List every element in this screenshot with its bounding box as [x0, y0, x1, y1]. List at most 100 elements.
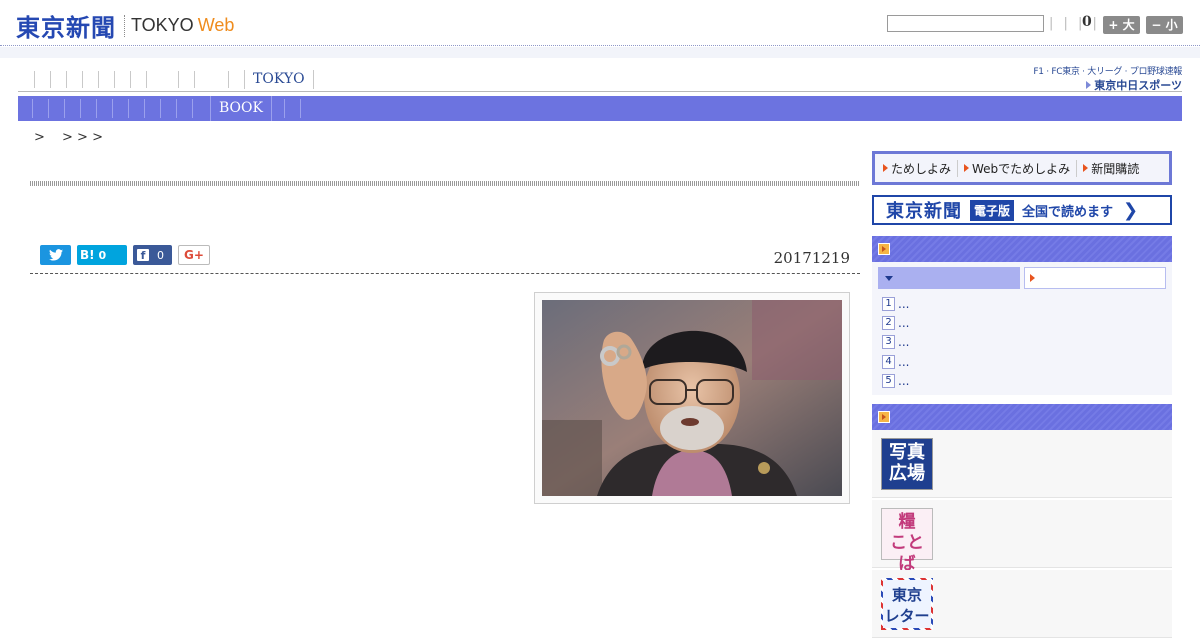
ranking-tab-active[interactable]	[878, 267, 1020, 289]
subnav-item[interactable]	[300, 99, 301, 118]
kate-kotoba-thumb[interactable]: 糧 ことば	[881, 508, 933, 574]
facebook-count: 0	[157, 248, 164, 262]
subnav-item-book[interactable]: BOOK	[210, 96, 272, 121]
rank-title: ...	[898, 335, 910, 349]
site-header: 東京新聞 TOKYO Web | | | | 0 + 大 − 小	[0, 0, 1200, 46]
font-size-counter: 0	[1082, 14, 1092, 30]
chunichi-title: 東京中日スポーツ	[1094, 79, 1182, 92]
panel-arrow-icon	[878, 243, 890, 255]
share-hatena-button[interactable]: B! 0	[77, 245, 127, 265]
logo-en-web: Web	[197, 15, 235, 35]
rank-title: ...	[898, 355, 910, 369]
feature-row-photo[interactable]: 写真 広場	[872, 430, 1172, 498]
primary-nav: TOKYO	[18, 68, 1182, 92]
subnav-item[interactable]	[48, 99, 49, 118]
ranking-item[interactable]: 4...	[882, 354, 909, 370]
rank-number: 5	[882, 374, 895, 388]
arrow-right-icon	[1030, 274, 1035, 282]
rank-title: ...	[898, 374, 910, 388]
arrow-right-icon	[964, 164, 970, 172]
arrow-right-icon	[1086, 81, 1092, 89]
photo-plaza-thumb[interactable]: 写真 広場	[881, 438, 933, 490]
arrow-right-icon	[883, 164, 888, 172]
epaper-tagline: 全国で読めます	[1022, 204, 1114, 220]
rank-number: 3	[882, 335, 895, 349]
rank-title: ...	[898, 316, 910, 330]
nav-item[interactable]	[98, 71, 99, 88]
article-photo-frame	[534, 292, 850, 504]
ranking-panel-header	[872, 236, 1172, 262]
search-separator-bars: | | | |	[1049, 16, 1100, 31]
chevron-right-icon: ❯	[1123, 199, 1139, 221]
share-facebook-button[interactable]: f0	[133, 245, 172, 265]
logo-jp-text: 東京新聞	[16, 13, 116, 42]
nav-item[interactable]	[194, 71, 195, 88]
panel-arrow-icon	[878, 411, 890, 423]
logo-en-tokyo: TOKYO	[131, 15, 194, 35]
subnav-item[interactable]	[176, 99, 177, 118]
share-twitter-button[interactable]	[40, 245, 71, 265]
subnav-item[interactable]	[144, 99, 145, 118]
rank-number: 1	[882, 297, 895, 311]
ranking-item[interactable]: 3...	[882, 334, 909, 350]
subnav-item[interactable]	[192, 99, 193, 118]
site-logo[interactable]: 東京新聞 TOKYO Web	[16, 8, 234, 43]
article-header-divider	[30, 273, 860, 274]
subnav-item[interactable]	[160, 99, 161, 118]
nav-item[interactable]	[178, 71, 179, 88]
header-subband	[0, 47, 1200, 58]
ranking-panel: 1... 2... 3... 4... 5...	[872, 262, 1172, 395]
share-google-plus-button[interactable]: G+	[178, 245, 210, 265]
triangle-down-icon	[885, 276, 893, 281]
promo-web-trial-link[interactable]: Webでためしよみ	[957, 159, 1076, 177]
features-panel-header	[872, 404, 1172, 430]
twitter-bird-icon	[48, 249, 63, 261]
secondary-nav: BOOK	[18, 96, 1182, 121]
epaper-banner[interactable]: 東京新聞 電子版 全国で読めます ❯	[872, 195, 1172, 225]
promo-subscribe-link[interactable]: 新聞購読	[1076, 159, 1145, 177]
chunichi-tagline: F1 · FC東京 · 大リーグ · プロ野球速報	[1033, 67, 1182, 77]
epaper-logo-text: 東京新聞	[886, 201, 962, 222]
feature-row-kate[interactable]: 糧 ことば	[872, 500, 1172, 574]
nav-item[interactable]	[66, 71, 67, 88]
subnav-item[interactable]	[96, 99, 97, 118]
subnav-item[interactable]	[80, 99, 81, 118]
nav-item[interactable]	[50, 71, 51, 88]
chunichi-sports-link[interactable]: F1 · FC東京 · 大リーグ · プロ野球速報 東京中日スポーツ	[1022, 64, 1182, 92]
subnav-item[interactable]	[64, 99, 65, 118]
logo-separator	[124, 14, 125, 37]
search-input[interactable]	[887, 15, 1044, 32]
article-photo[interactable]	[542, 300, 842, 496]
nav-item[interactable]	[146, 71, 147, 88]
ranking-tab-inactive[interactable]	[1024, 267, 1166, 289]
article-date: 20171219	[773, 249, 850, 267]
facebook-f-icon: f	[137, 249, 149, 262]
rank-number: 4	[882, 355, 895, 369]
nav-item-tokyo[interactable]: TOKYO	[244, 70, 314, 89]
feature-row-letter[interactable]: 東京 レター	[872, 570, 1172, 638]
ranking-item[interactable]: 5...	[882, 373, 909, 389]
breadcrumb[interactable]: > > > >	[34, 126, 103, 145]
epaper-badge: 電子版	[970, 199, 1015, 221]
rank-title: ...	[898, 297, 910, 311]
subnav-item[interactable]	[32, 99, 33, 118]
article-title-rule	[30, 181, 860, 186]
nav-item[interactable]	[228, 71, 229, 88]
nav-item[interactable]	[130, 71, 131, 88]
nav-item[interactable]	[34, 71, 35, 88]
font-size-down-button[interactable]: − 小	[1146, 16, 1183, 34]
hatena-b-icon: B!	[80, 248, 95, 262]
font-size-up-button[interactable]: + 大	[1103, 16, 1140, 34]
ranking-item[interactable]: 1...	[882, 296, 909, 312]
features-panel: 写真 広場 糧 ことば 東京 レター	[872, 430, 1172, 638]
nav-item[interactable]	[82, 71, 83, 88]
subnav-item[interactable]	[112, 99, 113, 118]
subscription-promo-bar: ためしよみ Webでためしよみ 新聞購読	[872, 151, 1172, 185]
nav-item[interactable]	[114, 71, 115, 88]
hatena-count: 0	[98, 248, 107, 262]
ranking-item[interactable]: 2...	[882, 315, 909, 331]
promo-trial-read-link[interactable]: ためしよみ	[883, 160, 957, 177]
tokyo-letter-thumb[interactable]: 東京 レター	[881, 578, 933, 630]
subnav-item[interactable]	[128, 99, 129, 118]
subnav-item[interactable]	[284, 99, 285, 118]
